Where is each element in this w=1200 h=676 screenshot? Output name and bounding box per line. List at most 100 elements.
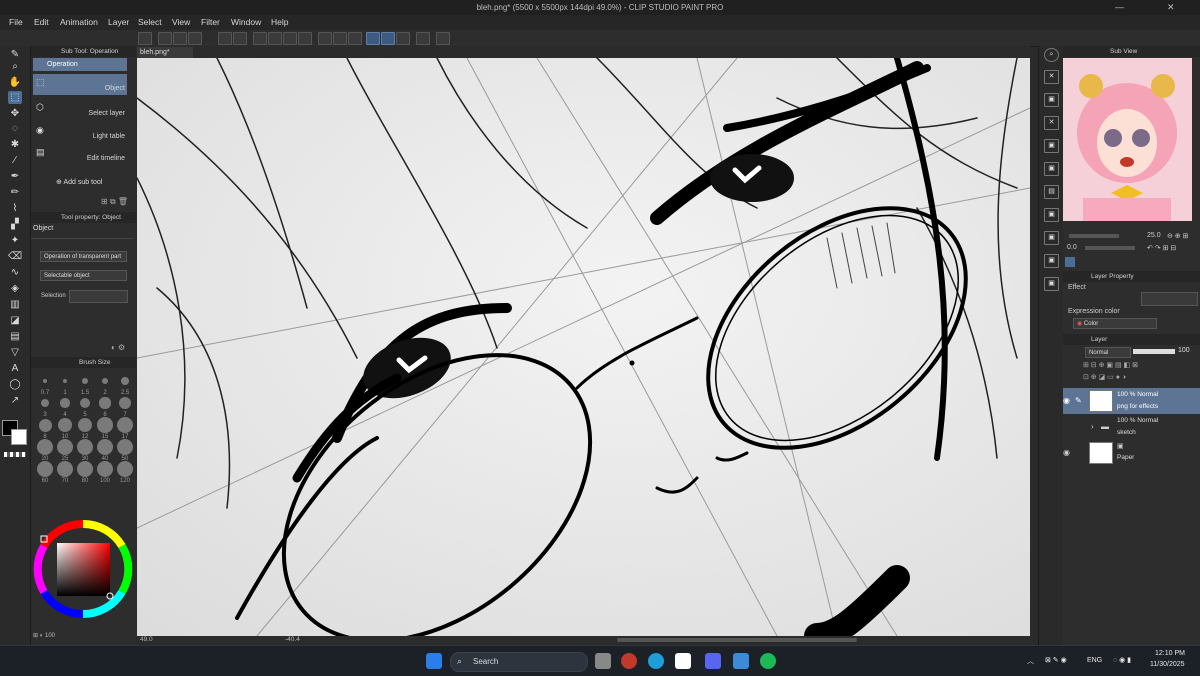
eyedropper-icon[interactable]: [1065, 257, 1075, 267]
selection-icon[interactable]: [348, 32, 362, 45]
edge-icon[interactable]: [648, 653, 664, 669]
brush-size-dot[interactable]: [117, 417, 133, 433]
timeline-panel-icon[interactable]: ▣: [1044, 277, 1059, 291]
chevron-right-icon[interactable]: ›: [1091, 422, 1094, 431]
brush-size-dot[interactable]: [82, 378, 88, 384]
canvas-tab[interactable]: bleh.png*: [137, 47, 193, 58]
brush-size-dot[interactable]: [117, 461, 133, 477]
sub-tool-object[interactable]: ⬚ Object: [33, 74, 127, 95]
opera-icon[interactable]: [621, 653, 637, 669]
clock-time[interactable]: 12:10 PM: [1155, 650, 1185, 657]
brush-tool-icon[interactable]: ⌇: [8, 202, 22, 215]
hand-tool-icon[interactable]: ✋: [8, 76, 22, 89]
opacity-slider[interactable]: [1133, 349, 1175, 354]
layer-row-png-for-effects[interactable]: ◉ ✎ 100 % Normal png for effects: [1063, 388, 1200, 414]
item-bank-icon[interactable]: ▣: [1044, 254, 1059, 268]
opacity-value[interactable]: 100: [1178, 347, 1190, 354]
menu-animation[interactable]: Animation: [60, 17, 98, 27]
menu-layer[interactable]: Layer: [108, 17, 129, 27]
tray-icons[interactable]: ⊠ ✎ ◉: [1045, 656, 1067, 664]
photos-icon[interactable]: [733, 653, 749, 669]
pen-edit-icon[interactable]: ✎: [1075, 396, 1082, 405]
figure-tool-icon[interactable]: ◪: [8, 314, 22, 327]
brush-size-dot[interactable]: [38, 418, 52, 432]
brush-size-dot[interactable]: [62, 378, 68, 384]
snap-ruler-icon[interactable]: [366, 32, 380, 45]
brush-size-dot[interactable]: [79, 397, 91, 409]
zoom-value[interactable]: 49.0: [140, 636, 153, 643]
brush-size-dot[interactable]: [97, 417, 113, 433]
menu-window[interactable]: Window: [231, 17, 261, 27]
rotation-buttons[interactable]: ↶ ↷ ⊞ ⊟: [1147, 244, 1176, 252]
clock-date[interactable]: 11/30/2025: [1150, 661, 1185, 668]
menu-view[interactable]: View: [172, 17, 190, 27]
eye-icon[interactable]: ◉: [1063, 396, 1070, 405]
selectable-object-dropdown[interactable]: Selectable object: [40, 270, 127, 281]
invert-selection-icon[interactable]: [333, 32, 347, 45]
snap-grid-icon[interactable]: [396, 32, 410, 45]
transform-icon[interactable]: [298, 32, 312, 45]
layer-row-sketch[interactable]: › ▬ 100 % Normal sketch: [1063, 414, 1200, 440]
brush-size-dot[interactable]: [117, 439, 133, 455]
canvas[interactable]: [137, 58, 1030, 636]
busy-icon[interactable]: [253, 32, 267, 45]
brush-size-dot[interactable]: [40, 398, 50, 408]
windows-start-icon[interactable]: [426, 653, 442, 669]
navigator-icon[interactable]: ⌕: [1044, 48, 1059, 62]
airbrush-tool-icon[interactable]: ▞: [8, 218, 22, 231]
redo-icon[interactable]: [233, 32, 247, 45]
menu-edit[interactable]: Edit: [34, 17, 49, 27]
transparent-color-icon[interactable]: [4, 452, 26, 457]
sub-view-rotation[interactable]: 0.0: [1067, 244, 1077, 251]
discord-icon[interactable]: [705, 653, 721, 669]
balloon-tool-icon[interactable]: ◯: [8, 378, 22, 391]
add-sub-tool-button[interactable]: ⊕ Add sub tool: [56, 178, 102, 186]
pencil-tool-icon[interactable]: ✏: [8, 186, 22, 199]
gradient-tool-icon[interactable]: ▥: [8, 298, 22, 311]
taskbar-search[interactable]: ⌕ Search: [450, 652, 588, 672]
sub-tool-panel-actions[interactable]: ⊞ ⧉ 🗑: [101, 197, 128, 207]
open-folder-icon[interactable]: [173, 32, 187, 45]
brush-size-dot[interactable]: [37, 439, 53, 455]
task-view-icon[interactable]: [595, 653, 611, 669]
deselect-icon[interactable]: [318, 32, 332, 45]
expression-color-dropdown[interactable]: ◉ Color: [1073, 318, 1157, 329]
lasso-tool-icon[interactable]: ◌: [8, 122, 22, 135]
chevron-up-icon[interactable]: ︿: [1027, 656, 1034, 666]
zoom-tool-icon[interactable]: ⌕: [8, 60, 22, 73]
transparent-operation-dropdown[interactable]: Operation of transparent part: [40, 251, 127, 262]
brush-size-dot[interactable]: [97, 439, 113, 455]
sub-tool-edit-timeline[interactable]: ▤ Edit timeline: [33, 144, 127, 165]
brush-size-dot[interactable]: [37, 461, 53, 477]
new-file-icon[interactable]: [158, 32, 172, 45]
history-icon[interactable]: ▣: [1044, 139, 1059, 153]
snap-special-ruler-icon[interactable]: [381, 32, 395, 45]
sub-tool-select-layer[interactable]: ⬡ Select layer: [33, 99, 127, 120]
layer-toolbar[interactable]: ⊞ ⊟ ⊕ ▣ ▤ ◧ ⊠: [1083, 361, 1198, 371]
brush-size-dot[interactable]: [57, 439, 73, 455]
text-tool-icon[interactable]: A: [8, 362, 22, 375]
menu-file[interactable]: File: [9, 17, 23, 27]
animation-cels-icon[interactable]: ▣: [1044, 162, 1059, 176]
sub-view-image[interactable]: [1063, 58, 1192, 221]
clear-icon[interactable]: [268, 32, 282, 45]
brush-size-dot[interactable]: [57, 461, 73, 477]
sub-view-rotation-slider[interactable]: [1085, 246, 1135, 250]
brush-size-dot[interactable]: [58, 418, 72, 432]
approx-color-icon[interactable]: ▣: [1044, 231, 1059, 245]
menu-help[interactable]: Help: [271, 17, 288, 27]
zoom-buttons[interactable]: ⊖ ⊕ ⊞: [1167, 232, 1189, 240]
language-indicator[interactable]: ENG: [1087, 657, 1102, 664]
eyedropper-tool-icon[interactable]: ⁄: [8, 154, 22, 167]
canvas-vertical-scrollbar[interactable]: [1030, 58, 1038, 636]
brush-size-dot[interactable]: [121, 377, 129, 385]
sub-view-zoom[interactable]: 25.0: [1147, 232, 1161, 239]
sub-view-zoom-slider[interactable]: [1069, 234, 1119, 238]
correct-line-tool-icon[interactable]: ↗: [8, 394, 22, 407]
brush-size-dot[interactable]: [118, 396, 132, 410]
tablet-icon[interactable]: [416, 32, 430, 45]
color-wheel[interactable]: [31, 506, 136, 626]
angle-value[interactable]: -40.4: [285, 636, 300, 643]
menu-select[interactable]: Select: [138, 17, 162, 27]
layer-toolbar-2[interactable]: ⊡ ⊕ ◪ ▭ ● ◑: [1083, 373, 1198, 383]
